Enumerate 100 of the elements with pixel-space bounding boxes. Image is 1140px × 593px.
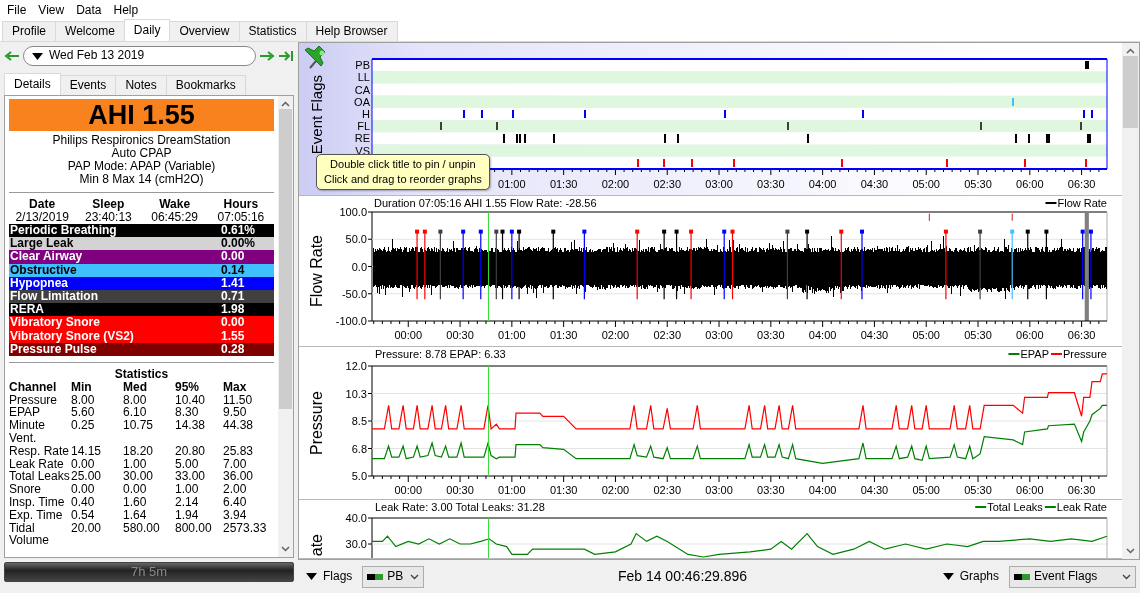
axis-label: -50.0: [341, 287, 367, 300]
row-label: OA: [354, 95, 370, 108]
table-cell-text: 6.40: [223, 496, 248, 509]
tab[interactable]: Welcome: [55, 21, 125, 41]
event-marker: [805, 229, 810, 300]
table-cell-text: 0.40: [71, 496, 96, 509]
chevron-down-icon: [410, 573, 420, 580]
index-name: Periodic Breathing: [10, 224, 118, 238]
swatch-icon: [1014, 573, 1030, 580]
axis-label: 05:30: [964, 329, 992, 341]
tab[interactable]: Bookmarks: [165, 75, 246, 95]
scrollbar[interactable]: [1122, 43, 1139, 559]
table-cell-text: 1.00: [175, 483, 200, 497]
flags-menu-button[interactable]: Flags: [304, 569, 355, 584]
scrollbar-thumb[interactable]: [1123, 56, 1138, 128]
table-cell-text: 0.00: [123, 483, 148, 497]
axis-label: 05:30: [964, 178, 992, 190]
tab[interactable]: Details: [4, 73, 61, 95]
axis-label: 02:00: [601, 484, 630, 496]
event-marker: [461, 229, 466, 300]
menu-item[interactable]: View: [32, 0, 71, 20]
table-cell-text: 14.38: [175, 419, 207, 435]
table-cell-text: 8.30: [175, 406, 200, 420]
scrollbar[interactable]: [278, 96, 293, 557]
tab[interactable]: Help Browser: [305, 21, 398, 41]
axis-label: 01:00: [498, 178, 526, 190]
table-cell-text: 18.20: [123, 444, 155, 458]
axis-label: 03:00: [705, 484, 733, 496]
table-cell-text: 0.25: [71, 419, 96, 435]
table-cell-text: 5.00: [175, 457, 200, 471]
column-header: Med: [123, 380, 148, 394]
axis-label: 00:30: [446, 329, 474, 341]
axis-label: 03:30: [757, 178, 785, 190]
axis-label: 05:30: [964, 484, 992, 496]
index-value: 0.00: [221, 316, 246, 330]
axis-label: 06:30: [1067, 484, 1096, 496]
table-cell-text: Snore: [9, 483, 43, 497]
axis-label: 05:00: [912, 329, 940, 341]
chevron-up-icon: [281, 101, 290, 107]
axis-label: 03:30: [757, 329, 785, 341]
flag-select[interactable]: PB: [362, 565, 425, 588]
device-info: Auto CPAP: [111, 147, 173, 160]
tab[interactable]: Profile: [2, 21, 56, 41]
axis-label: 30.0: [345, 538, 367, 550]
event-marker: [582, 229, 587, 300]
event-marker: [722, 229, 727, 300]
table-cell-text: 1.00: [123, 457, 148, 471]
event-marker: [1025, 229, 1030, 300]
table-cell-text: 14.15: [71, 444, 103, 458]
table-cell-text: 25.83: [223, 444, 255, 458]
axis-label: 02:30: [653, 329, 681, 341]
table-cell-text: 23:40:13: [84, 211, 133, 224]
column-header: Sleep: [91, 198, 126, 211]
axis-label: 01:30: [549, 329, 578, 341]
axis-label: 01:00: [498, 484, 526, 496]
index-value: 1.41: [221, 276, 246, 290]
graphs-menu-button[interactable]: Graphs: [940, 569, 1001, 584]
legend-label: EPAP: [1020, 348, 1049, 360]
device-info: Philips Respironics DreamStation: [51, 134, 232, 147]
table-cell-text: 7.00: [223, 457, 248, 471]
table-cell-text: 2573.33: [223, 521, 268, 537]
chevron-down-icon: [1126, 548, 1135, 554]
chevron-down-icon: [1122, 573, 1131, 580]
axis-label: 06:00: [1016, 329, 1044, 341]
event-marker: [839, 229, 844, 300]
table-cell-text: 20.80: [175, 444, 207, 458]
tab[interactable]: Statistics: [238, 21, 307, 41]
graph-title[interactable]: Event Flags: [307, 75, 326, 155]
graph-title[interactable]: Pressure: [307, 391, 326, 455]
menu-item[interactable]: Help: [107, 0, 145, 20]
table-cell-text: Insp. Time: [9, 496, 66, 509]
graph-select[interactable]: Event Flags: [1009, 565, 1136, 588]
legend-entry: Leak Rate: [1043, 501, 1107, 513]
event-marker: [785, 229, 790, 300]
scrollbar-thumb[interactable]: [279, 109, 292, 409]
tab[interactable]: Overview: [169, 21, 240, 41]
arrow-left-icon[interactable]: [4, 50, 20, 62]
legend-entry: Total Leaks: [974, 501, 1043, 513]
axis-line: [371, 517, 373, 558]
menu-item[interactable]: Data: [70, 0, 108, 20]
axis-label: 00:30: [446, 484, 474, 496]
arrow-to-end-icon[interactable]: [278, 50, 294, 62]
event-marker: [478, 229, 483, 300]
table-cell-text: 33.00: [175, 470, 207, 484]
event-marker: [860, 229, 864, 300]
menu-item[interactable]: File: [1, 0, 33, 20]
table-cell-text: Pressure: [9, 393, 59, 407]
column-header: Channel: [9, 380, 58, 394]
chevron-up-icon: [1126, 48, 1135, 54]
date-picker[interactable]: Wed Feb 13 2019: [23, 46, 256, 66]
table-cell-text: 0.00: [71, 483, 96, 497]
index-value: 0.61%: [221, 224, 257, 238]
table-cell-text: 1.64: [123, 508, 148, 522]
axis-label: 02:00: [601, 329, 630, 341]
axis-label: 04:00: [808, 178, 837, 190]
index-value: 0.71: [221, 289, 246, 304]
graph-title[interactable]: Flow Rate: [307, 235, 326, 307]
index-name: Vibratory Snore (VS2): [10, 329, 135, 343]
graph-title[interactable]: ate: [307, 533, 326, 556]
arrow-right-icon[interactable]: [259, 50, 275, 62]
